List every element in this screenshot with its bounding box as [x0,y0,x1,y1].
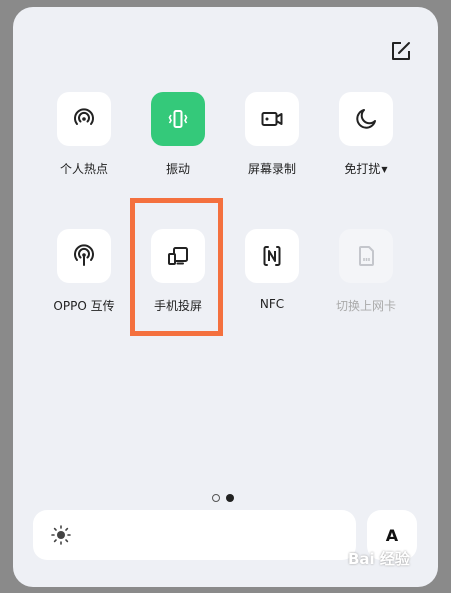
broadcast-icon [74,244,94,266]
oppo-share-tile-button[interactable] [57,229,111,283]
nfc-tile-button[interactable] [245,229,299,283]
tile-label-oppo-share: OPPO 互传 [53,299,115,313]
moon-icon [356,109,376,129]
brightness-slider[interactable] [33,510,356,560]
edit-tiles-button[interactable] [390,40,412,62]
hotspot-tile-button[interactable] [57,92,111,146]
tile-label-dnd: 免打扰▼ [324,160,408,177]
screen-record-tile-button[interactable] [245,92,299,146]
vibrate-icon [168,110,188,128]
page-indicator [212,494,234,502]
vibrate-tile-button[interactable] [151,92,205,146]
tile-label-hotspot: 个人热点 [59,162,108,176]
tile-switch-sim: 切换上网卡 [324,229,408,314]
dnd-label-text: 免打扰 [344,162,381,176]
tile-screen-record[interactable]: 屏幕录制 [230,92,314,177]
tile-label-switch-sim: 切换上网卡 [335,299,396,313]
video-camera-icon [261,112,283,126]
caret-down-icon: ▼ [381,165,388,174]
dnd-tile-button[interactable] [339,92,393,146]
switch-sim-tile-button [339,229,393,283]
tile-label-vibrate: 振动 [165,162,190,176]
page-dot-1[interactable] [212,494,220,502]
tile-label-nfc: NFC [259,297,285,311]
tile-nfc[interactable]: NFC [230,229,314,311]
page-dot-2[interactable] [226,494,234,502]
annotation-highlight-box [130,198,223,336]
tile-oppo-share[interactable]: OPPO 互传 [42,229,126,314]
edit-icon [392,42,410,60]
tile-vibrate[interactable]: 振动 [136,92,220,177]
tile-hotspot[interactable]: 个人热点 [42,92,126,177]
watermark-logo: Bai 经验 [348,550,410,568]
tile-do-not-disturb[interactable]: 免打扰▼ [324,92,408,177]
hotspot-icon [74,108,94,125]
sun-icon [51,525,71,545]
sim-card-icon [359,246,374,266]
nfc-icon [263,246,281,266]
tile-label-screen-record: 屏幕录制 [247,162,296,176]
